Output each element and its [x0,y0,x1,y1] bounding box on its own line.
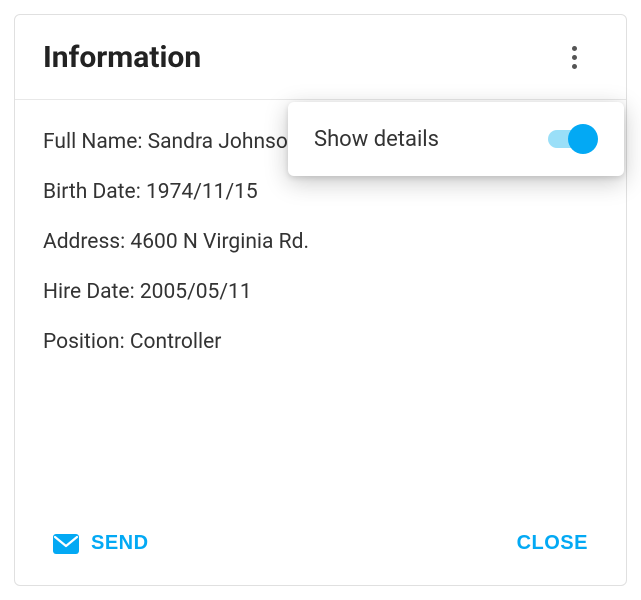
info-value: Sandra Johnson [148,130,300,154]
more-options-button[interactable] [556,39,592,75]
info-label: Hire Date [43,280,130,304]
info-line-address: Address: 4600 N Virginia Rd. [43,230,598,254]
card-header: Information [15,15,626,100]
info-value: 1974/11/15 [146,180,258,204]
card-actions: SEND CLOSE [15,506,626,585]
close-button-label: CLOSE [517,532,588,555]
card-title: Information [43,40,201,75]
mail-icon [53,534,79,554]
switch-thumb [568,124,598,154]
info-line-birth-date: Birth Date: 1974/11/15 [43,180,598,204]
info-line-position: Position: Controller [43,330,598,354]
info-value: 4600 N Virginia Rd. [130,230,309,254]
info-value: Controller [130,330,221,354]
send-button-label: SEND [91,532,149,555]
more-vertical-icon [572,46,577,69]
show-details-switch[interactable] [542,124,598,154]
show-details-popup: Show details [288,102,624,176]
info-label: Full Name [43,130,137,154]
send-button[interactable]: SEND [43,524,159,563]
info-label: Address [43,230,120,254]
popup-label: Show details [314,127,439,152]
info-value: 2005/05/11 [140,280,252,304]
close-button[interactable]: CLOSE [507,524,598,563]
info-line-hire-date: Hire Date: 2005/05/11 [43,280,598,304]
info-label: Position [43,330,120,354]
info-card: Information Full Name: Sandra Johnson Bi… [14,14,627,586]
info-label: Birth Date [43,180,136,204]
